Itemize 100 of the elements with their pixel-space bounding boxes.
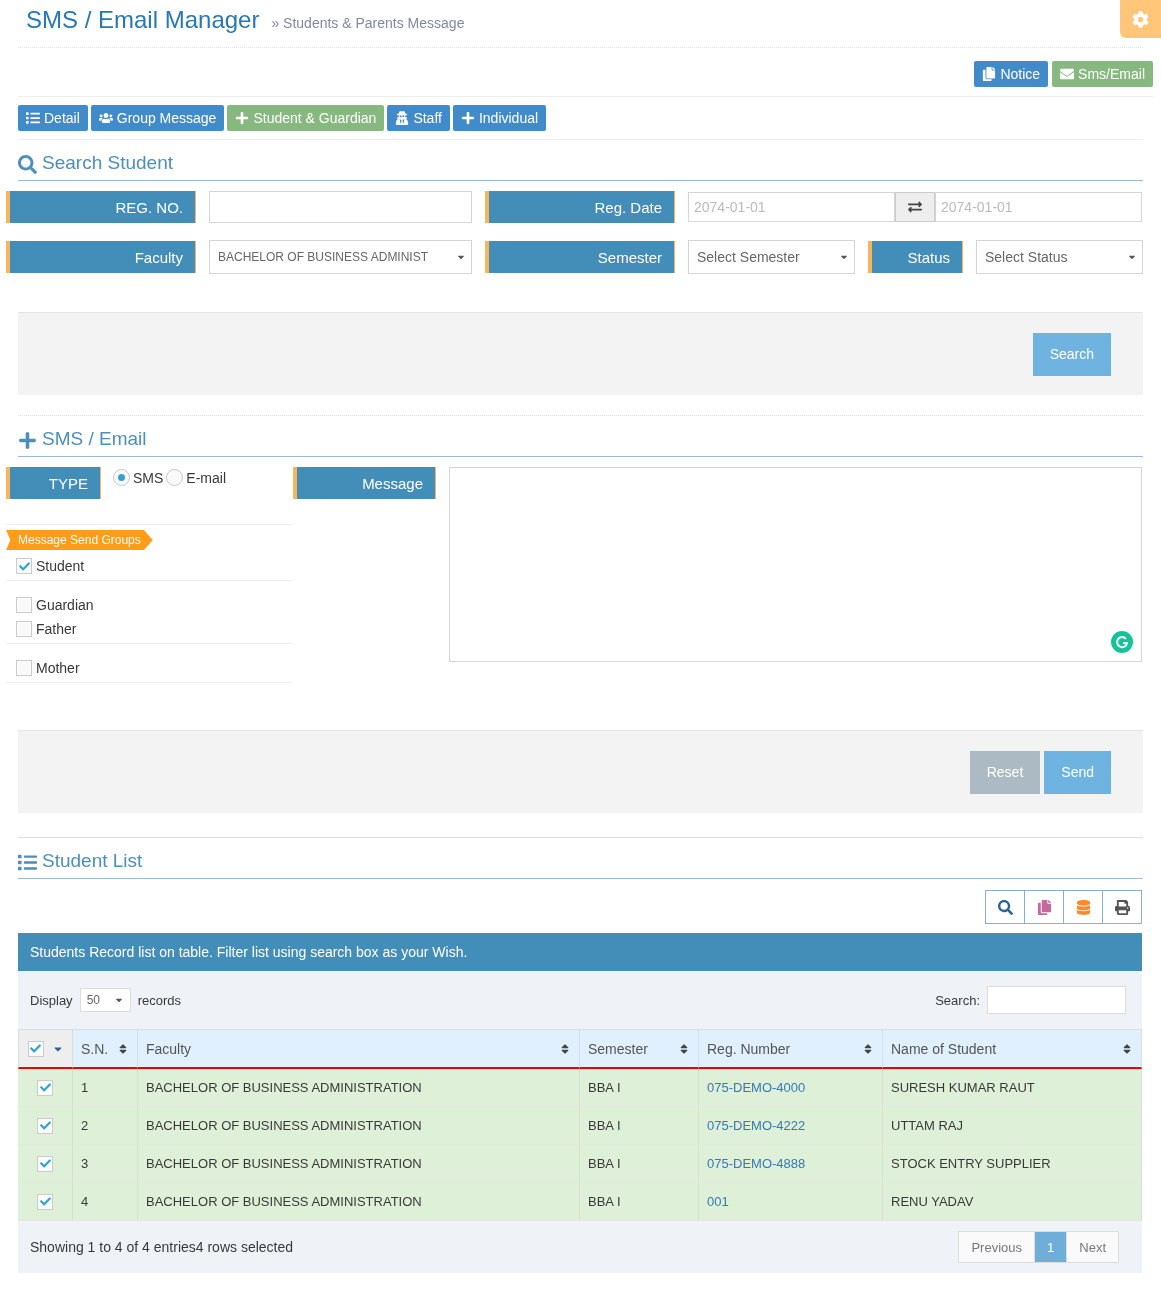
checkbox-label: Guardian (36, 597, 94, 613)
column-header[interactable]: Reg. Number (699, 1029, 883, 1069)
list-icon (26, 111, 40, 125)
checkbox[interactable] (37, 1155, 53, 1172)
previous-button[interactable]: Previous (958, 1231, 1036, 1263)
records-label: records (137, 992, 181, 1008)
database-icon (1075, 899, 1091, 915)
checkbox-label: Father (36, 621, 77, 637)
table-cell: 3 (73, 1145, 138, 1183)
users-icon (98, 111, 113, 125)
field-label: REG. NO. (6, 191, 196, 223)
sort-icon (678, 1042, 690, 1055)
field-label: TYPE (6, 467, 101, 499)
next-button[interactable]: Next (1066, 1231, 1119, 1263)
table-cell: SURESH KUMAR RAUT (883, 1069, 1142, 1107)
nav-button[interactable]: Detail (18, 105, 88, 131)
sort-icon (1121, 1042, 1133, 1055)
field-label: Faculty (6, 241, 196, 273)
swap-icon (895, 192, 935, 222)
checkbox[interactable] (37, 1079, 53, 1096)
print-button[interactable] (1102, 890, 1142, 924)
table-cell: BBA I (580, 1145, 699, 1183)
nav-button[interactable]: Group Message (90, 105, 225, 131)
action-button[interactable]: Notice (974, 61, 1049, 87)
breadcrumb: » Students & Parents Message (271, 15, 465, 31)
checkbox[interactable] (37, 1193, 53, 1210)
radio-label: E-mail (186, 469, 226, 486)
column-header[interactable]: S.N. (73, 1029, 138, 1069)
copy-icon (1036, 899, 1052, 915)
section-title: SMS / Email (18, 416, 1143, 457)
sort-icon (117, 1042, 129, 1055)
copy-icon (982, 67, 997, 81)
date-from-field[interactable]: 2074-01-01 (688, 192, 895, 222)
table-cell: BBA I (580, 1069, 699, 1107)
ribbon-tag: Message Send Groups (6, 530, 153, 550)
page-title: SMS / Email Manager (26, 6, 260, 34)
nav-button[interactable]: Student & Guardian (227, 105, 385, 131)
nav-button[interactable]: Staff (387, 105, 450, 131)
page-button[interactable]: 1 (1034, 1231, 1068, 1263)
status-select[interactable]: Select Status (976, 240, 1143, 274)
search-label: Search: (935, 992, 980, 1008)
checkbox-label: Mother (36, 660, 80, 676)
table-cell: BACHELOR OF BUSINESS ADMINISTRATION (138, 1069, 580, 1107)
plus-icon (460, 111, 475, 125)
reg-number-link[interactable]: 075-DEMO-4222 (699, 1107, 883, 1145)
field-label: Status (868, 241, 963, 273)
column-header[interactable]: Faculty (138, 1029, 580, 1069)
display-label: Display (30, 992, 73, 1008)
send-button[interactable]: Send (1044, 750, 1111, 794)
envelope-icon (1060, 67, 1075, 81)
table-cell: RENU YADAV (883, 1183, 1142, 1221)
nav-button[interactable]: Individual (452, 105, 547, 131)
field-label: Semester (485, 241, 675, 273)
page-length-select[interactable]: 50 (79, 988, 131, 1012)
column-header[interactable]: Name of Student (883, 1029, 1142, 1069)
semester-select[interactable]: Select Semester (688, 240, 855, 274)
section-title: Search Student (18, 140, 1143, 181)
table-cell: BACHELOR OF BUSINESS ADMINISTRATION (138, 1107, 580, 1145)
sort-icon (559, 1042, 571, 1055)
table-cell: BBA I (580, 1183, 699, 1221)
table-banner: Students Record list on table. Filter list using search box as your Wish. (18, 933, 1142, 971)
column-header[interactable]: Semester (580, 1029, 699, 1069)
table-cell: BACHELOR OF BUSINESS ADMINISTRATION (138, 1145, 580, 1183)
radio-label: SMS (133, 469, 164, 486)
copy-button[interactable] (1024, 890, 1064, 924)
checkbox[interactable] (16, 558, 32, 574)
table-cell: UTTAM RAJ (883, 1107, 1142, 1145)
reg-no-field[interactable] (209, 191, 472, 223)
table-info: Showing 1 to 4 of 4 entries4 rows selected (30, 1239, 294, 1255)
search-button[interactable]: Search (1032, 332, 1111, 376)
field-label: Message (293, 467, 436, 499)
checkbox[interactable] (16, 597, 32, 613)
list-icon (18, 853, 37, 872)
reg-number-link[interactable]: 001 (699, 1183, 883, 1221)
grammar-check-icon[interactable] (1111, 631, 1133, 653)
print-icon (1114, 899, 1130, 915)
checkbox[interactable] (37, 1117, 53, 1134)
settings-button[interactable] (1120, 0, 1161, 38)
date-to-field[interactable]: 2074-01-01 (935, 192, 1142, 222)
checkbox[interactable] (16, 660, 32, 676)
table-cell: 4 (73, 1183, 138, 1221)
checkbox[interactable] (27, 1040, 44, 1057)
action-button[interactable]: Sms/Email (1052, 61, 1153, 87)
search-field[interactable] (987, 986, 1126, 1014)
table-cell: BBA I (580, 1107, 699, 1145)
search-button[interactable] (985, 890, 1025, 924)
faculty-select[interactable]: BACHELOR OF BUSINESS ADMINIST (209, 240, 472, 274)
search-icon (18, 155, 37, 174)
plus-icon (18, 431, 37, 450)
checkbox-label: Student (36, 558, 85, 574)
reset-button[interactable]: Reset (969, 750, 1041, 794)
reg-number-link[interactable]: 075-DEMO-4888 (699, 1145, 883, 1183)
table-cell: BACHELOR OF BUSINESS ADMINISTRATION (138, 1183, 580, 1221)
message-field[interactable] (449, 467, 1142, 662)
sort-icon (862, 1042, 874, 1055)
reg-number-link[interactable]: 075-DEMO-4000 (699, 1069, 883, 1107)
radio-button[interactable] (166, 469, 184, 486)
radio-button[interactable] (113, 469, 130, 486)
plus-icon (235, 111, 250, 125)
checkbox[interactable] (16, 621, 32, 637)
